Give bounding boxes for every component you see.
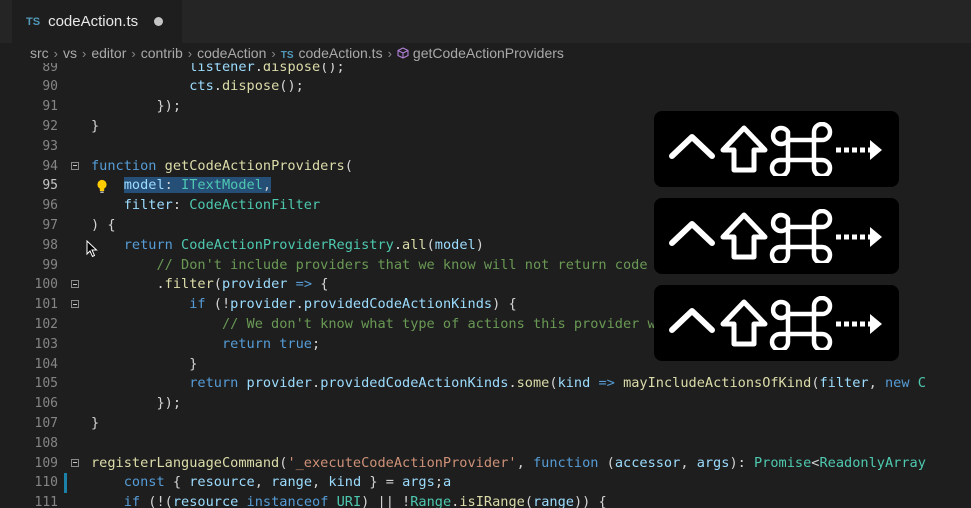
code-text[interactable]: }); <box>91 97 181 117</box>
code-text[interactable]: registerLanguageCommand('_executeCodeAct… <box>91 454 926 474</box>
line-number: 103 <box>34 336 58 352</box>
code-text[interactable]: return CodeActionProviderRegistry.all(mo… <box>91 236 484 256</box>
breadcrumb-file-label: codeAction.ts <box>298 45 383 61</box>
code-text[interactable]: filter: CodeActionFilter <box>91 196 320 216</box>
line-number: 91 <box>42 99 58 115</box>
breadcrumb-item[interactable]: vs <box>63 45 77 61</box>
line-number: 104 <box>34 356 58 372</box>
shortcut-keys-icon <box>669 209 882 263</box>
line-number: 101 <box>34 297 58 313</box>
breadcrumb-item[interactable]: codeAction <box>197 45 266 61</box>
code-line[interactable]: 108 <box>0 434 971 454</box>
line-number: 102 <box>34 316 58 332</box>
line-number: 110 <box>34 475 58 491</box>
line-number: 99 <box>42 257 58 273</box>
chevron-right-icon: › <box>187 45 193 61</box>
code-line[interactable]: 110 const { resource, range, kind } = ar… <box>0 473 971 494</box>
code-text[interactable]: // We don't know what type of actions th… <box>91 315 738 335</box>
fold-toggle-icon[interactable] <box>71 161 79 170</box>
line-number: 105 <box>34 376 58 392</box>
code-text[interactable]: } <box>91 117 99 137</box>
chevron-right-icon: › <box>387 45 392 61</box>
lightbulb-icon[interactable] <box>94 178 110 194</box>
tab-codeaction[interactable]: TS codeAction.ts <box>12 0 182 43</box>
breadcrumb-symbol-label: getCodeActionProviders <box>412 45 564 61</box>
code-text[interactable]: ) { <box>91 216 116 236</box>
code-text[interactable]: .filter(provider => { <box>91 275 328 295</box>
line-number: 95 <box>42 178 58 194</box>
code-text[interactable]: function getCodeActionProviders( <box>91 157 353 177</box>
line-number: 89 <box>42 63 58 75</box>
mouse-pointer-icon <box>86 240 98 258</box>
code-text[interactable]: const { resource, range, kind } = args;a <box>91 473 451 493</box>
code-line[interactable]: 107} <box>0 414 971 434</box>
line-number: 94 <box>42 158 58 174</box>
breadcrumb-item[interactable]: src <box>30 45 49 61</box>
chevron-right-icon: › <box>82 45 87 61</box>
modified-line-marker <box>64 473 67 494</box>
code-text[interactable]: }); <box>91 394 181 414</box>
typescript-file-icon: TS <box>26 15 41 28</box>
symbol-method-icon <box>397 47 409 59</box>
code-text[interactable]: listener.dispose(); <box>91 63 345 77</box>
fold-toggle-icon[interactable] <box>71 280 79 289</box>
chevron-right-icon: › <box>131 45 136 61</box>
code-text[interactable]: if (!provider.providedCodeActionKinds) { <box>91 295 516 315</box>
line-number: 106 <box>34 396 58 412</box>
tab-bar: TS codeAction.ts <box>0 0 971 43</box>
code-line[interactable]: 111 if (!(resource instanceof URI) || !R… <box>0 493 971 508</box>
code-line[interactable]: 106 }); <box>0 394 971 414</box>
line-number: 93 <box>42 138 58 154</box>
line-number: 111 <box>34 495 58 508</box>
line-number: 97 <box>42 217 58 233</box>
chevron-right-icon: › <box>271 45 276 61</box>
line-number: 96 <box>42 198 58 214</box>
breadcrumb-item[interactable]: contrib <box>141 45 183 61</box>
breadcrumb-file[interactable]: TS codeAction.ts <box>281 45 383 61</box>
typescript-file-icon: TS <box>280 50 294 61</box>
breadcrumb-item[interactable]: editor <box>91 45 126 61</box>
line-number: 98 <box>42 237 58 253</box>
breadcrumb-symbol[interactable]: getCodeActionProviders <box>397 45 564 61</box>
breadcrumb: src › vs › editor › contrib › codeAction › TS… <box>0 43 971 63</box>
tab-title: codeAction.ts <box>48 13 139 30</box>
line-number: 90 <box>42 79 58 95</box>
line-number: 107 <box>34 415 58 431</box>
code-line[interactable]: 105 return provider.providedCodeActionKi… <box>0 374 971 394</box>
shortcut-keys-icon <box>669 296 882 350</box>
code-text[interactable]: } <box>91 414 99 434</box>
fold-toggle-icon[interactable] <box>71 300 79 309</box>
keyboard-shortcut-overlay <box>654 285 899 361</box>
code-text[interactable]: return true; <box>91 335 320 355</box>
code-text[interactable]: } <box>91 355 197 375</box>
fold-toggle-icon[interactable] <box>71 458 79 467</box>
unsaved-dot-icon[interactable] <box>154 17 164 26</box>
code-line[interactable]: 89 listener.dispose(); <box>0 63 971 77</box>
code-text[interactable]: model: ITextModel, <box>91 176 272 196</box>
line-number: 109 <box>34 455 58 471</box>
code-text[interactable]: return provider.providedCodeActionKinds.… <box>91 374 926 394</box>
line-number: 100 <box>34 277 58 293</box>
keyboard-shortcut-overlay <box>654 198 899 274</box>
chevron-right-icon: › <box>53 45 59 61</box>
code-line[interactable]: 109 registerLanguageCommand('_executeCode… <box>0 454 971 474</box>
shortcut-keys-icon <box>669 122 882 176</box>
code-text[interactable]: cts.dispose(); <box>91 77 304 97</box>
line-number: 108 <box>34 435 58 451</box>
code-text[interactable]: if (!(resource instanceof URI) || !Range… <box>91 493 607 508</box>
code-line[interactable]: 90 cts.dispose(); <box>0 77 971 97</box>
line-number: 92 <box>42 118 58 134</box>
keyboard-shortcut-overlay <box>654 111 899 187</box>
